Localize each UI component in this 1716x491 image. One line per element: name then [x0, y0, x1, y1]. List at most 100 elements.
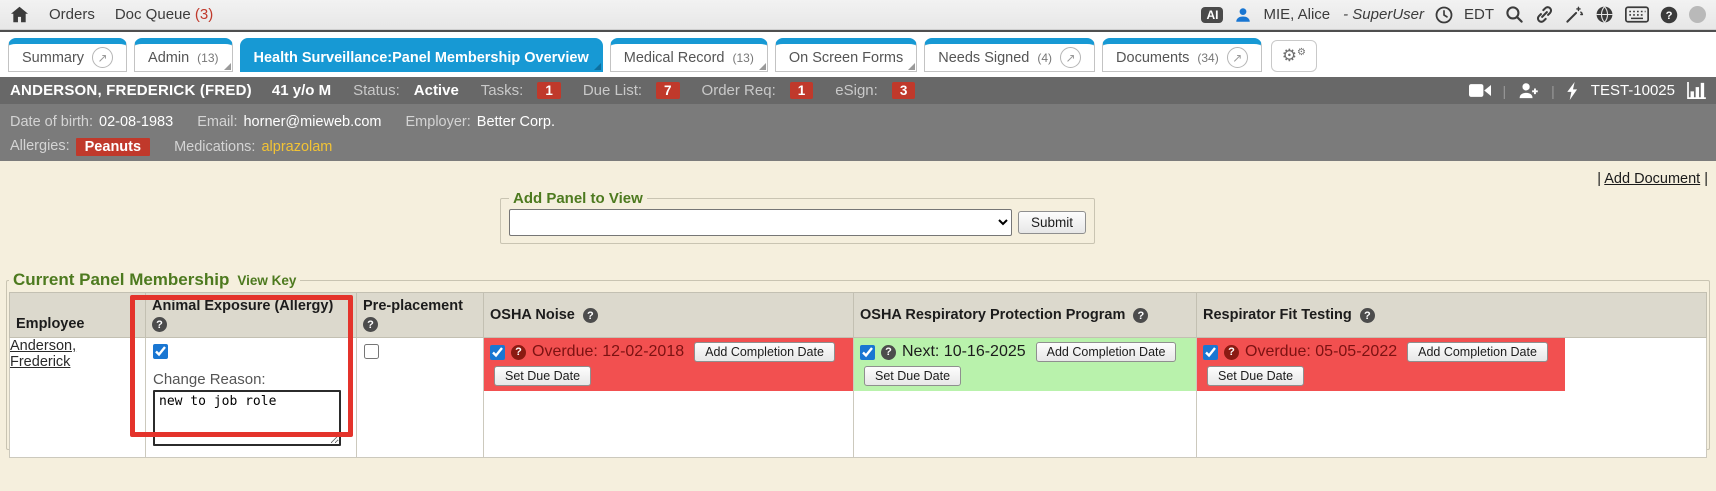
help-icon[interactable]: ? [152, 317, 167, 332]
external-link-icon[interactable]: ↗ [1227, 47, 1248, 68]
tab-settings[interactable]: ⚙⚙ [1271, 40, 1317, 72]
home-icon[interactable] [10, 6, 29, 23]
osha-noise-checkbox[interactable] [490, 345, 505, 360]
timezone-label: EDT [1464, 6, 1494, 23]
order-req-label: Order Req: [702, 82, 776, 99]
due-list-label: Due List: [583, 82, 642, 99]
add-panel-fieldset: Add Panel to View Submit [500, 190, 1095, 244]
tab-on-screen-forms[interactable]: On Screen Forms [775, 38, 917, 72]
osha-respiratory-status-banner: ? Next: 10-16-2025 Add Completion Date S… [854, 338, 1196, 391]
help-icon[interactable]: ? [1660, 6, 1678, 24]
add-document-link[interactable]: Add Document [1604, 171, 1700, 187]
set-due-date-button[interactable]: Set Due Date [864, 366, 961, 386]
status-label: Status: [353, 82, 400, 99]
add-person-icon[interactable] [1518, 82, 1539, 99]
employer-value: Better Corp. [477, 114, 555, 130]
column-header-employee: Employee [10, 293, 146, 338]
set-due-date-button[interactable]: Set Due Date [1207, 366, 1304, 386]
esign-badge[interactable]: 3 [892, 82, 916, 99]
tab-needs-signed[interactable]: Needs Signed (4) ↗ [924, 38, 1095, 72]
link-icon[interactable] [1535, 5, 1554, 24]
video-camera-icon[interactable] [1469, 83, 1491, 98]
view-key-link[interactable]: View Key [237, 273, 296, 288]
status-dot-icon [1689, 6, 1706, 23]
user-icon [1234, 6, 1252, 24]
pre-placement-cell [357, 338, 484, 458]
respirator-fit-status-banner: ? Overdue: 05-05-2022 Add Completion Dat… [1197, 338, 1565, 391]
help-icon[interactable]: ? [1133, 308, 1148, 323]
add-completion-date-button[interactable]: Add Completion Date [1407, 342, 1548, 362]
nav-doc-queue[interactable]: Doc Queue (3) [115, 6, 213, 23]
tab-medical-record[interactable]: Medical Record (13) [610, 38, 768, 72]
patient-age-sex: 41 y/o M [272, 82, 331, 99]
email-label: Email: [197, 114, 237, 130]
dob-label: Date of birth: [10, 114, 93, 130]
bar-chart-icon[interactable] [1687, 82, 1706, 99]
help-icon[interactable]: ? [1224, 345, 1239, 360]
order-req-badge[interactable]: 1 [790, 82, 814, 99]
add-document-link-wrap: | Add Document | [1597, 171, 1708, 187]
svg-text:?: ? [1666, 9, 1673, 21]
submit-button[interactable]: Submit [1018, 211, 1086, 234]
medication-value[interactable]: alprazolam [261, 139, 332, 155]
set-due-date-button[interactable]: Set Due Date [494, 366, 591, 386]
pre-placement-checkbox[interactable] [364, 344, 379, 359]
help-icon[interactable]: ? [363, 317, 378, 332]
patient-name: ANDERSON, FREDERICK (FRED) [10, 82, 252, 99]
tab-documents[interactable]: Documents (34) ↗ [1102, 38, 1262, 72]
allergy-badge[interactable]: Peanuts [76, 138, 150, 156]
column-header-animal-exposure: Animal Exposure (Allergy) ? [146, 293, 357, 338]
employee-cell: Anderson, Frederick [10, 338, 146, 458]
column-header-osha-noise: OSHA Noise ? [484, 293, 854, 338]
help-icon[interactable]: ? [881, 345, 896, 360]
help-icon[interactable]: ? [511, 345, 526, 360]
help-icon[interactable]: ? [583, 308, 598, 323]
app-screen: Orders Doc Queue (3) AI MIE, Alice - Sup… [0, 0, 1716, 491]
osha-respiratory-checkbox[interactable] [860, 345, 875, 360]
tasks-badge[interactable]: 1 [537, 82, 561, 99]
tab-summary[interactable]: Summary ↗ [8, 38, 127, 72]
due-list-badge[interactable]: 7 [656, 82, 680, 99]
globe-icon[interactable] [1595, 5, 1614, 24]
external-link-icon[interactable]: ↗ [92, 47, 113, 68]
wand-icon[interactable] [1565, 5, 1584, 24]
osha-noise-date: 12-02-2018 [602, 343, 684, 360]
column-header-pre-placement: Pre-placement ? [357, 293, 484, 338]
animal-exposure-checkbox[interactable] [153, 344, 168, 359]
ai-badge[interactable]: AI [1201, 7, 1223, 23]
user-name[interactable]: MIE, Alice [1263, 6, 1330, 23]
respirator-fit-status: Overdue: 05-05-2022 [1245, 343, 1397, 361]
clock-icon[interactable] [1435, 6, 1453, 24]
external-link-icon[interactable]: ↗ [1060, 47, 1081, 68]
respirator-fit-date: 05-05-2022 [1315, 343, 1397, 360]
keyboard-icon[interactable] [1625, 6, 1649, 23]
add-completion-date-button[interactable]: Add Completion Date [694, 342, 835, 362]
change-reason-textarea[interactable]: new to job role [153, 390, 341, 446]
osha-respiratory-cell: ? Next: 10-16-2025 Add Completion Date S… [854, 338, 1197, 458]
medications-label: Medications: [174, 139, 255, 155]
chart-id: TEST-10025 [1591, 82, 1675, 99]
top-navigation-bar: Orders Doc Queue (3) AI MIE, Alice - Sup… [0, 0, 1716, 30]
osha-respiratory-date: 10-16-2025 [944, 343, 1026, 360]
patient-info-section: Date of birth: 02-08-1983 Email: horner@… [0, 104, 1716, 161]
panel-select[interactable] [509, 209, 1012, 236]
patient-header-bar: ANDERSON, FREDERICK (FRED) 41 y/o M Stat… [0, 77, 1716, 104]
employee-link[interactable]: Anderson, Frederick [10, 338, 100, 370]
search-icon[interactable] [1505, 5, 1524, 24]
nav-orders[interactable]: Orders [49, 6, 95, 23]
change-reason-label: Change Reason: [153, 371, 349, 388]
tab-strip: Summary ↗ Admin (13) Health Surveillance… [0, 30, 1716, 77]
respirator-fit-checkbox[interactable] [1203, 345, 1218, 360]
tab-health-surveillance[interactable]: Health Surveillance:Panel Membership Ove… [240, 38, 603, 72]
panel-membership-table: Employee Animal Exposure (Allergy) ? Pre… [9, 292, 1707, 458]
user-role: - SuperUser [1343, 6, 1424, 23]
help-icon[interactable]: ? [1360, 308, 1375, 323]
employer-label: Employer: [406, 114, 471, 130]
osha-noise-status: Overdue: 12-02-2018 [532, 343, 684, 361]
settings-gear-icon: ⚙⚙ [1282, 48, 1306, 65]
add-completion-date-button[interactable]: Add Completion Date [1036, 342, 1177, 362]
lightning-bolt-icon[interactable] [1567, 82, 1579, 100]
add-panel-legend: Add Panel to View [509, 190, 647, 207]
tab-admin[interactable]: Admin (13) [134, 38, 232, 72]
osha-noise-cell: ? Overdue: 12-02-2018 Add Completion Dat… [484, 338, 854, 458]
